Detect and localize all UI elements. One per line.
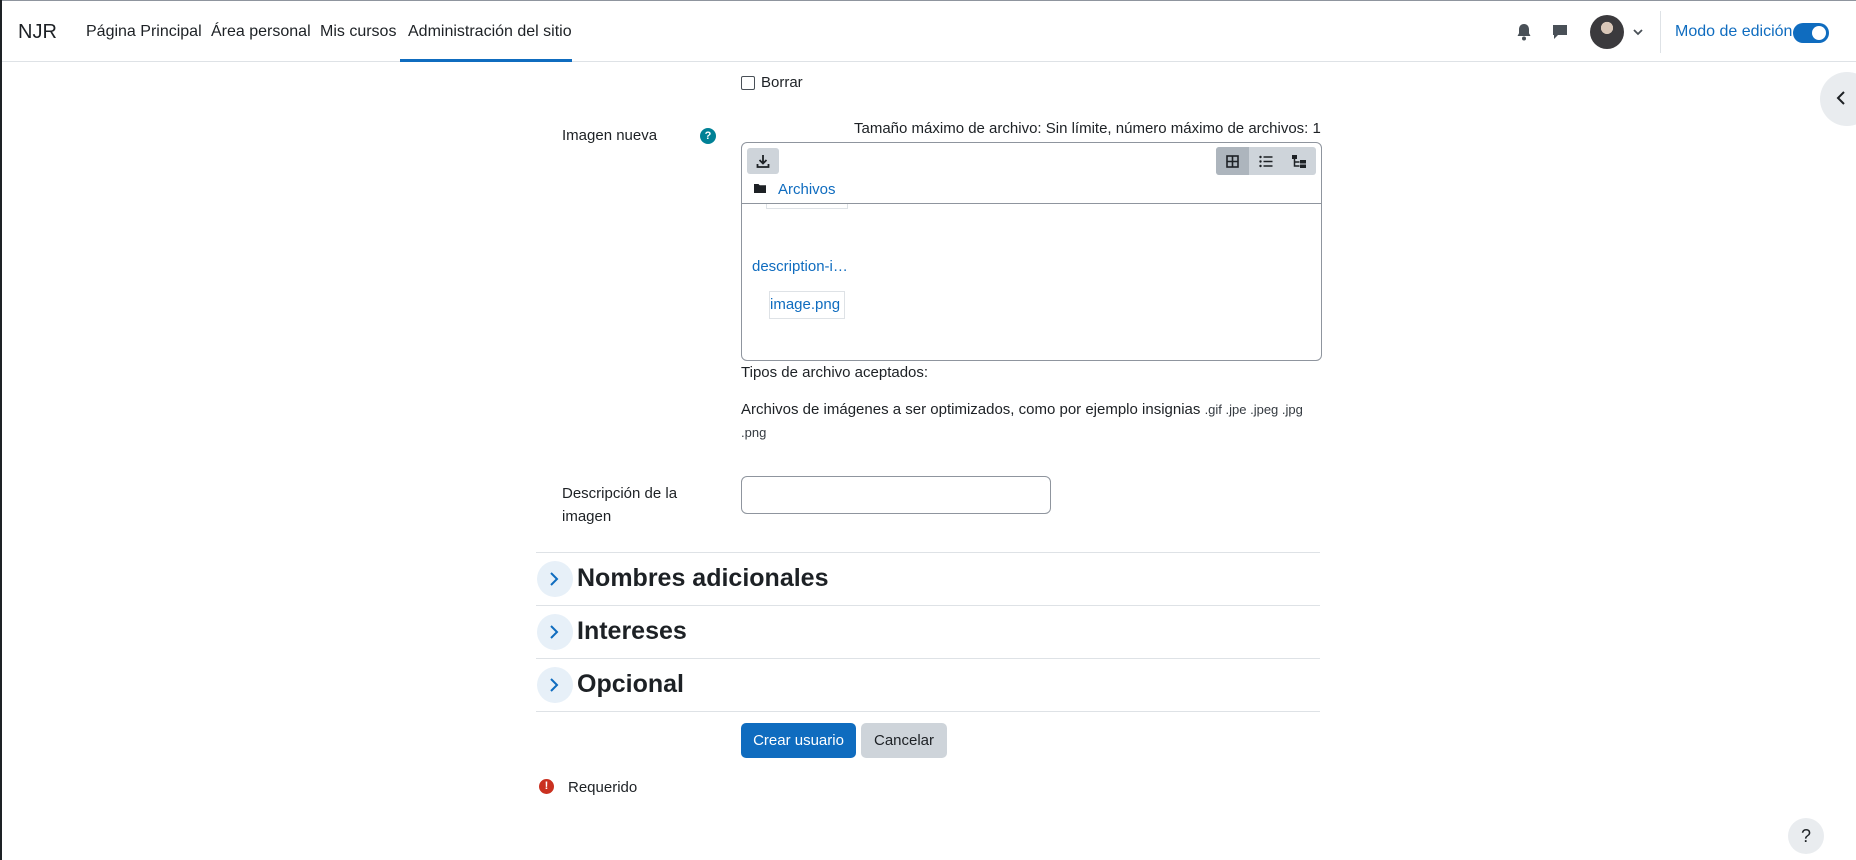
bell-icon[interactable] <box>1516 23 1536 43</box>
view-list-button[interactable] <box>1249 147 1282 175</box>
filepicker-path-archivos[interactable]: Archivos <box>778 181 836 198</box>
chevron-left-icon <box>1836 91 1845 105</box>
accepted-types-description: Archivos de imágenes a ser optimizados, … <box>741 398 1321 444</box>
section-title[interactable]: Intereses <box>577 617 687 646</box>
nav-item-home[interactable]: Página Principal <box>86 23 202 41</box>
nav-active-indicator <box>400 59 572 62</box>
list-icon <box>1259 155 1273 168</box>
image-description-label-line1: Descripción de la <box>562 485 678 502</box>
image-description-label-line2: imagen <box>562 508 612 525</box>
section-divider <box>536 552 1320 553</box>
accepted-types-extensions: .gif .jpe .jpeg .jpg <box>1204 402 1303 417</box>
section-title[interactable]: Nombres adicionales <box>577 564 828 593</box>
filepicker-limits: Tamaño máximo de archivo: Sin límite, nú… <box>854 120 1321 137</box>
file-item[interactable]: description-i… <box>752 258 848 275</box>
section-divider <box>536 658 1320 659</box>
view-grid-button[interactable] <box>1216 147 1249 175</box>
view-tree-button[interactable] <box>1282 147 1315 175</box>
open-drawer-button[interactable] <box>1820 72 1856 126</box>
help-icon[interactable]: ? <box>700 128 716 144</box>
required-label: Requerido <box>568 779 638 796</box>
section-divider <box>536 605 1320 606</box>
message-icon[interactable] <box>1551 23 1571 43</box>
tree-icon <box>1292 155 1306 168</box>
edit-mode-toggle[interactable] <box>1793 23 1829 43</box>
image-description-input[interactable] <box>741 476 1051 514</box>
new-image-label: Imagen nueva <box>562 127 658 144</box>
chevron-down-icon[interactable] <box>1632 25 1644 37</box>
accepted-types-label: Tipos de archivo aceptados: <box>741 364 929 381</box>
download-icon <box>756 155 770 168</box>
file-manager[interactable]: Archivos description-i… image.png <box>741 142 1322 361</box>
create-user-button[interactable]: Crear usuario <box>741 723 856 758</box>
accepted-types-text: Archivos de imágenes a ser optimizados, … <box>741 401 1201 418</box>
section-divider <box>536 711 1320 712</box>
nav-item-dashboard[interactable]: Área personal <box>211 23 311 41</box>
delete-checkbox-label: Borrar <box>761 74 803 91</box>
accepted-types-extensions-2: .png <box>741 425 767 440</box>
cancel-button[interactable]: Cancelar <box>861 723 947 758</box>
site-brand[interactable]: NJR <box>18 21 57 44</box>
download-button[interactable] <box>747 148 779 174</box>
edit-mode-label: Modo de edición <box>1675 23 1793 40</box>
image-description-label: Descripción de la imagen <box>562 482 677 528</box>
expand-section-button[interactable] <box>537 667 573 703</box>
file-thumbnail-frame <box>766 204 848 209</box>
nav-item-site-admin[interactable]: Administración del sitio <box>408 23 572 41</box>
file-item[interactable]: image.png <box>770 296 840 313</box>
required-icon: ! <box>539 779 554 794</box>
delete-image-checkbox[interactable] <box>741 76 755 90</box>
window-edge <box>0 0 2 860</box>
grid-icon <box>1226 155 1239 168</box>
help-button[interactable]: ? <box>1788 818 1824 854</box>
nav-item-my-courses[interactable]: Mis cursos <box>320 23 396 41</box>
divider <box>1660 11 1661 53</box>
chevron-right-icon <box>550 625 559 639</box>
expand-section-button[interactable] <box>537 561 573 597</box>
folder-icon <box>754 184 766 193</box>
top-navbar: NJR Página Principal Área personal Mis c… <box>2 0 1856 62</box>
section-title[interactable]: Opcional <box>577 670 684 699</box>
avatar[interactable] <box>1590 15 1624 49</box>
view-mode-group <box>1216 147 1316 175</box>
chevron-right-icon <box>550 678 559 692</box>
chevron-right-icon <box>550 572 559 586</box>
expand-section-button[interactable] <box>537 614 573 650</box>
